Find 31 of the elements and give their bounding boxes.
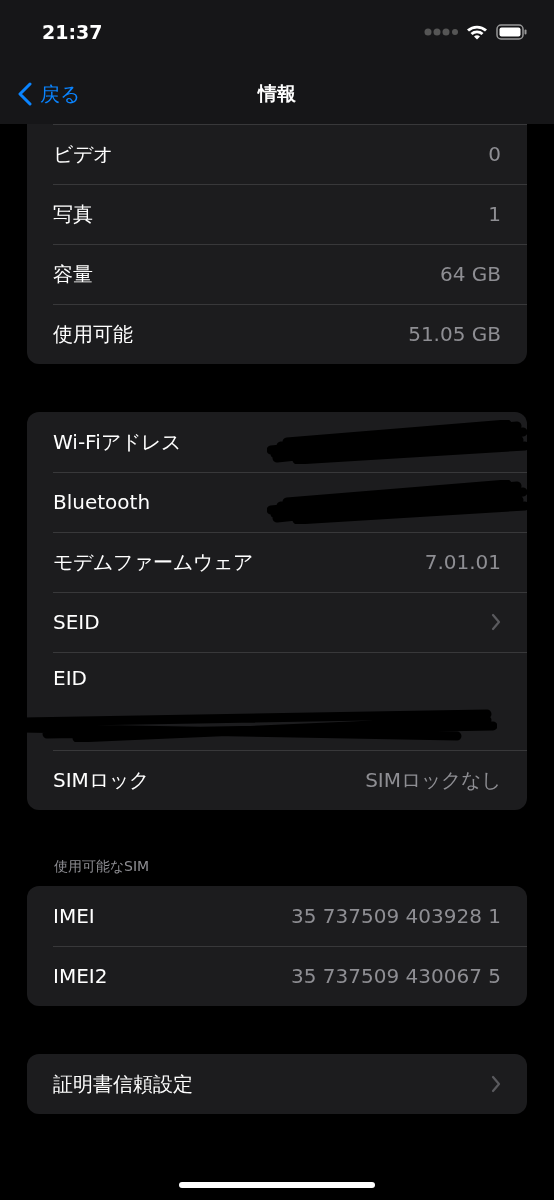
row-label: 使用可能 xyxy=(53,320,133,348)
row-value: 64 GB xyxy=(439,262,501,286)
signal-icon xyxy=(424,28,458,36)
row-value: SIMロックなし xyxy=(365,766,501,794)
row-value: 0 xyxy=(488,142,501,166)
battery-icon xyxy=(496,24,528,40)
status-time: 21:37 xyxy=(42,21,103,43)
row-label: ビデオ xyxy=(53,140,113,168)
row-value: 51.05 GB xyxy=(408,322,501,346)
chevron-left-icon xyxy=(18,82,32,106)
row-label: 証明書信頼設定 xyxy=(53,1070,193,1098)
row-label: 写真 xyxy=(53,200,93,228)
row-label: IMEI xyxy=(53,904,95,928)
chevron-right-icon[interactable] xyxy=(491,1075,501,1093)
chevron-right-icon[interactable] xyxy=(491,613,501,631)
page-title: 情報 xyxy=(258,81,296,106)
back-button[interactable]: 戻る xyxy=(0,80,80,108)
row-label: モデムファームウェア xyxy=(53,548,253,576)
row-value: 7.01.01 xyxy=(424,550,501,574)
row-label: Wi-Fiアドレス xyxy=(53,428,181,456)
row-label: IMEI2 xyxy=(53,964,108,988)
row-label: SIMロック xyxy=(53,766,149,794)
row-label: SEID xyxy=(53,610,100,634)
row-label: Bluetooth xyxy=(53,490,151,514)
wifi-icon xyxy=(466,24,488,40)
row-label: EID xyxy=(53,666,87,690)
row-value: 35 737509 430067 5 xyxy=(291,964,501,988)
row-value: 1 xyxy=(488,202,501,226)
row-value: 35 737509 403928 1 xyxy=(291,904,501,928)
section-header: 使用可能なSIM xyxy=(53,858,151,876)
row-label: 容量 xyxy=(53,260,93,288)
